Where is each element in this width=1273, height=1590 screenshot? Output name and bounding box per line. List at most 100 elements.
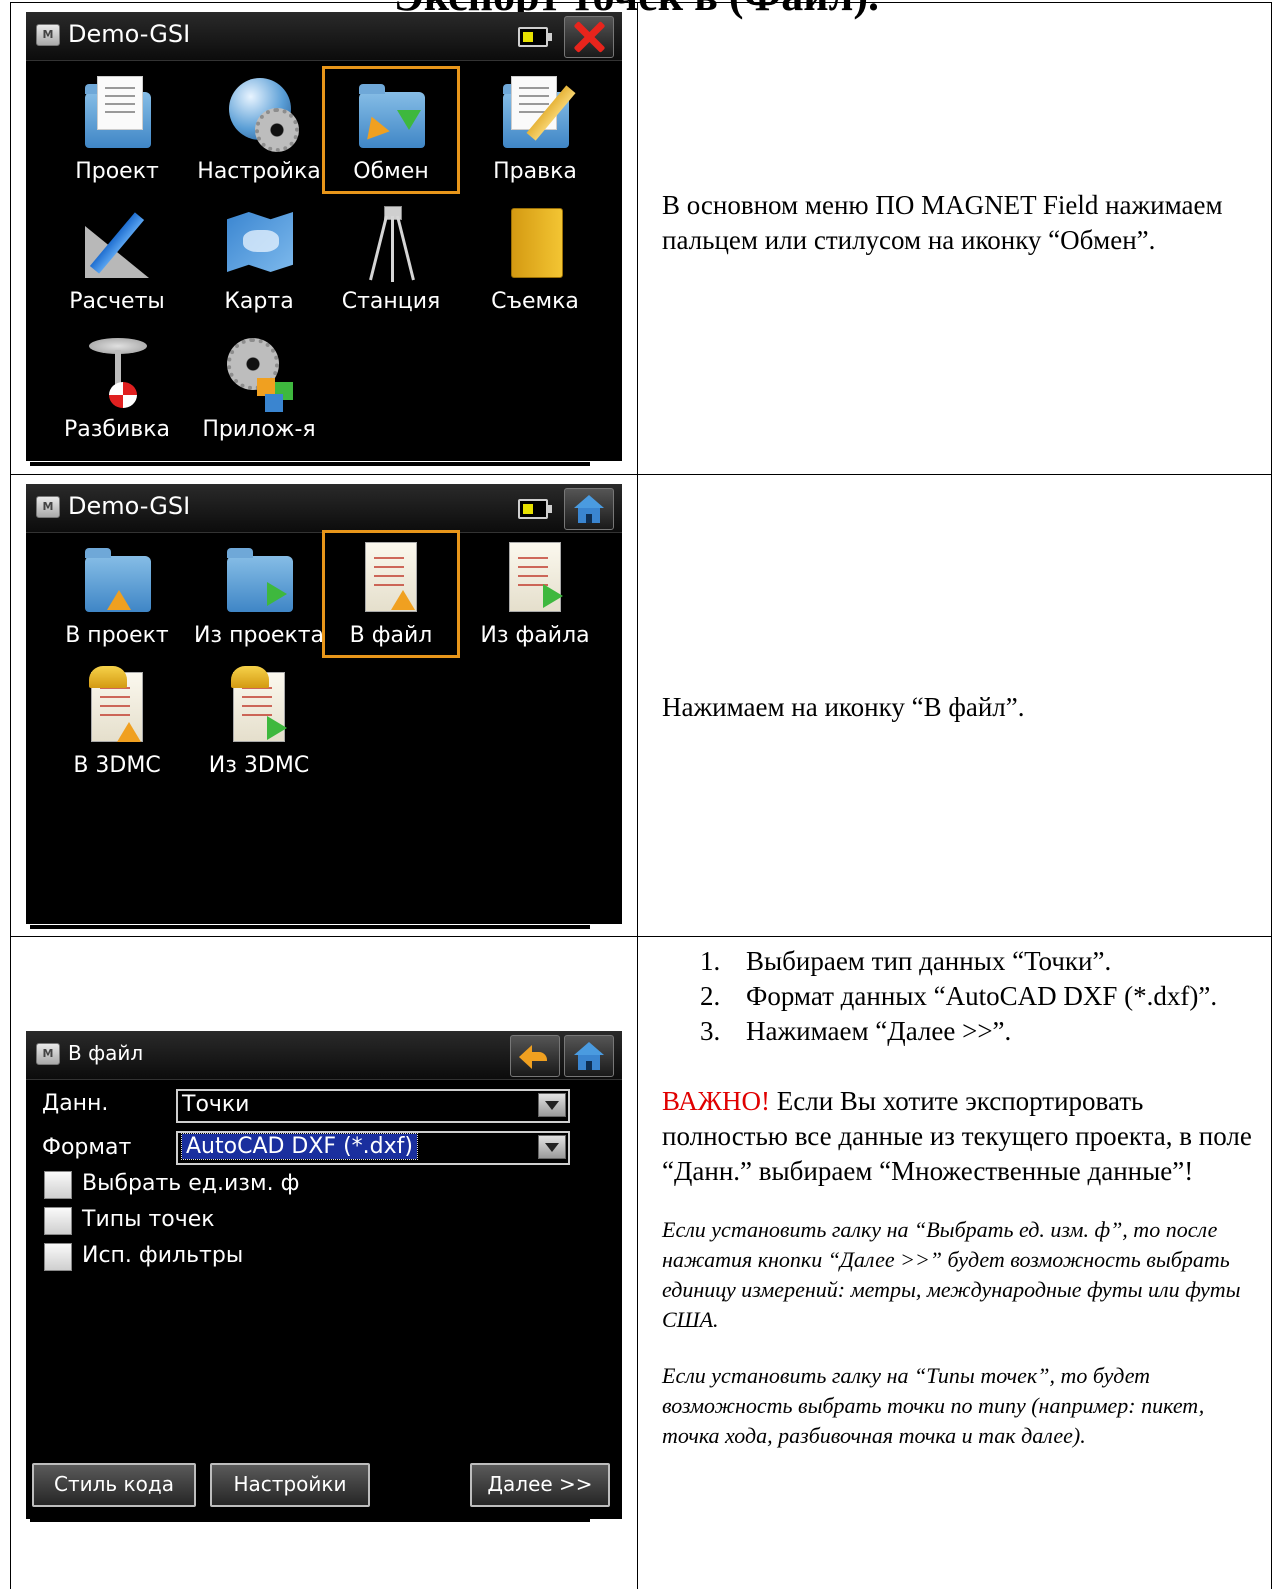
home-icon [574,1042,604,1070]
important-label: ВАЖНО! [662,1086,770,1116]
tile-from-project[interactable]: Из проекта [190,530,328,658]
units-checkbox[interactable] [44,1171,72,1199]
table-border-right [1271,2,1272,1589]
tile-label: Разбивка [63,417,171,442]
globe-gear-icon [225,76,299,152]
calc-ruler-icon [83,206,153,282]
back-button[interactable] [510,1035,560,1077]
tile-station[interactable]: Станция [322,196,460,324]
tile-label: В проект [65,623,169,648]
format-label: Формат [42,1135,132,1160]
point-types-checkbox[interactable] [44,1207,72,1235]
step1-text: В основном меню ПО MAGNET Field нажимаем… [662,190,1223,255]
important-paragraph: ВАЖНО! Если Вы хотите экспортировать пол… [662,1084,1262,1189]
tile-stakeout[interactable]: Разбивка [48,324,186,452]
tile-apps[interactable]: Прилож-я [190,324,328,452]
filters-checkbox-label: Исп. фильтры [82,1243,244,1268]
chevron-down-icon[interactable] [538,1135,566,1159]
back-arrow-icon [519,1042,551,1070]
tile-exchange[interactable]: Обмен [322,66,460,194]
screen-title: В файл [68,1041,144,1065]
screen-underline [30,1518,590,1522]
tile-label: В файл [349,623,433,648]
3dmc-export-icon [225,666,295,746]
tile-label: Из 3DMC [208,753,310,778]
tile-to-project[interactable]: В проект [48,530,186,658]
tile-from-file[interactable]: Из файла [466,530,604,658]
tile-label: В 3DMC [73,753,161,778]
folder-import-icon [83,540,153,616]
edit-document-icon [501,76,576,152]
row-divider-2 [10,936,1272,937]
row-divider-1 [10,474,1272,475]
tile-label: Съемка [491,289,579,314]
exchange-folder-icon [357,76,427,152]
tile-label: Проект [75,159,159,184]
table-divider [637,2,638,1589]
job-name: Demo-GSI [68,20,191,48]
main-menu-screen: M Demo-GSI Проект Настройка Обмен Правка… [26,12,622,461]
note-point-types: Если установить галку на “Типы точек”, т… [662,1363,1205,1448]
format-select-value: AutoCAD DXF (*.dxf) [181,1133,418,1160]
next-button[interactable]: Далее >> [470,1463,610,1507]
exchange-screen: M Demo-GSI В проект Из проекта В файл Из… [26,484,622,924]
folder-export-icon [225,540,295,616]
step1-description: В основном меню ПО MAGNET Field нажимаем… [662,188,1262,258]
list-item: 1. Выбираем тип данных “Точки”. [700,946,1112,976]
magnet-logo-icon[interactable]: M [36,496,60,518]
tile-edit[interactable]: Правка [466,66,604,194]
settings-button[interactable]: Настройки [210,1463,370,1507]
filters-checkbox[interactable] [44,1243,72,1271]
tile-from-3dmc[interactable]: Из 3DMC [190,660,328,788]
apps-gear-icon [225,334,295,412]
file-export-icon [501,540,571,616]
title-bar: M Demo-GSI [26,484,622,533]
document-folder-icon [83,76,153,152]
title-bar: M В файл [26,1031,622,1080]
stakeout-pin-icon [83,334,153,410]
tile-calc[interactable]: Расчеты [48,196,186,324]
units-checkbox-label: Выбрать ед.изм. ф [82,1171,300,1196]
tile-label: Из файла [480,623,590,648]
screen-underline [30,462,590,466]
tile-label: Станция [341,289,441,314]
steps-list: 1. Выбираем тип данных “Точки”. 2. Формат … [700,944,1260,1049]
note-units: Если установить галку на “Выбрать ед. из… [662,1217,1241,1332]
tile-settings[interactable]: Настройка [190,66,328,194]
chevron-down-icon[interactable] [538,1093,566,1117]
3dmc-import-icon [83,666,153,746]
title-bar: M Demo-GSI [26,12,622,61]
data-label: Данн. [42,1091,109,1116]
step3-description: 1. Выбираем тип данных “Точки”. 2. Формат … [662,944,1262,1451]
tile-to-3dmc[interactable]: В 3DMC [48,660,186,788]
code-style-button[interactable]: Стиль кода [32,1463,196,1507]
list-item: 2. Формат данных “AutoCAD DXF (*.dxf)”. [700,981,1218,1011]
to-file-screen: M В файл Данн. Точки Формат AutoCAD DXF … [26,1031,622,1519]
home-button[interactable] [564,1035,614,1077]
step2-description: Нажимаем на иконку “В файл”. [662,690,1262,725]
tile-label: Правка [493,159,577,184]
battery-icon [518,499,552,519]
tile-project[interactable]: Проект [48,66,186,194]
format-select[interactable]: AutoCAD DXF (*.dxf) [176,1131,570,1165]
tripod-icon [357,206,427,282]
map-icon [225,206,295,282]
data-select[interactable]: Точки [176,1089,570,1123]
point-types-checkbox-label: Типы точек [82,1207,215,1232]
close-button[interactable] [564,16,614,58]
magnet-logo-icon[interactable]: M [36,24,60,46]
table-border-left [10,2,11,1589]
tile-map[interactable]: Карта [190,196,328,324]
tile-label: Обмен [353,159,429,184]
file-import-icon [357,540,427,616]
home-icon [574,495,604,523]
tile-to-file[interactable]: В файл [322,530,460,658]
notebook-icon [501,206,571,282]
job-name: Demo-GSI [68,492,191,520]
battery-icon [518,27,552,47]
close-x-icon [572,20,606,54]
list-item: 3. Нажимаем “Далее >>”. [700,1016,1012,1046]
home-button[interactable] [564,488,614,530]
magnet-logo-icon[interactable]: M [36,1043,60,1065]
tile-survey[interactable]: Съемка [466,196,604,324]
